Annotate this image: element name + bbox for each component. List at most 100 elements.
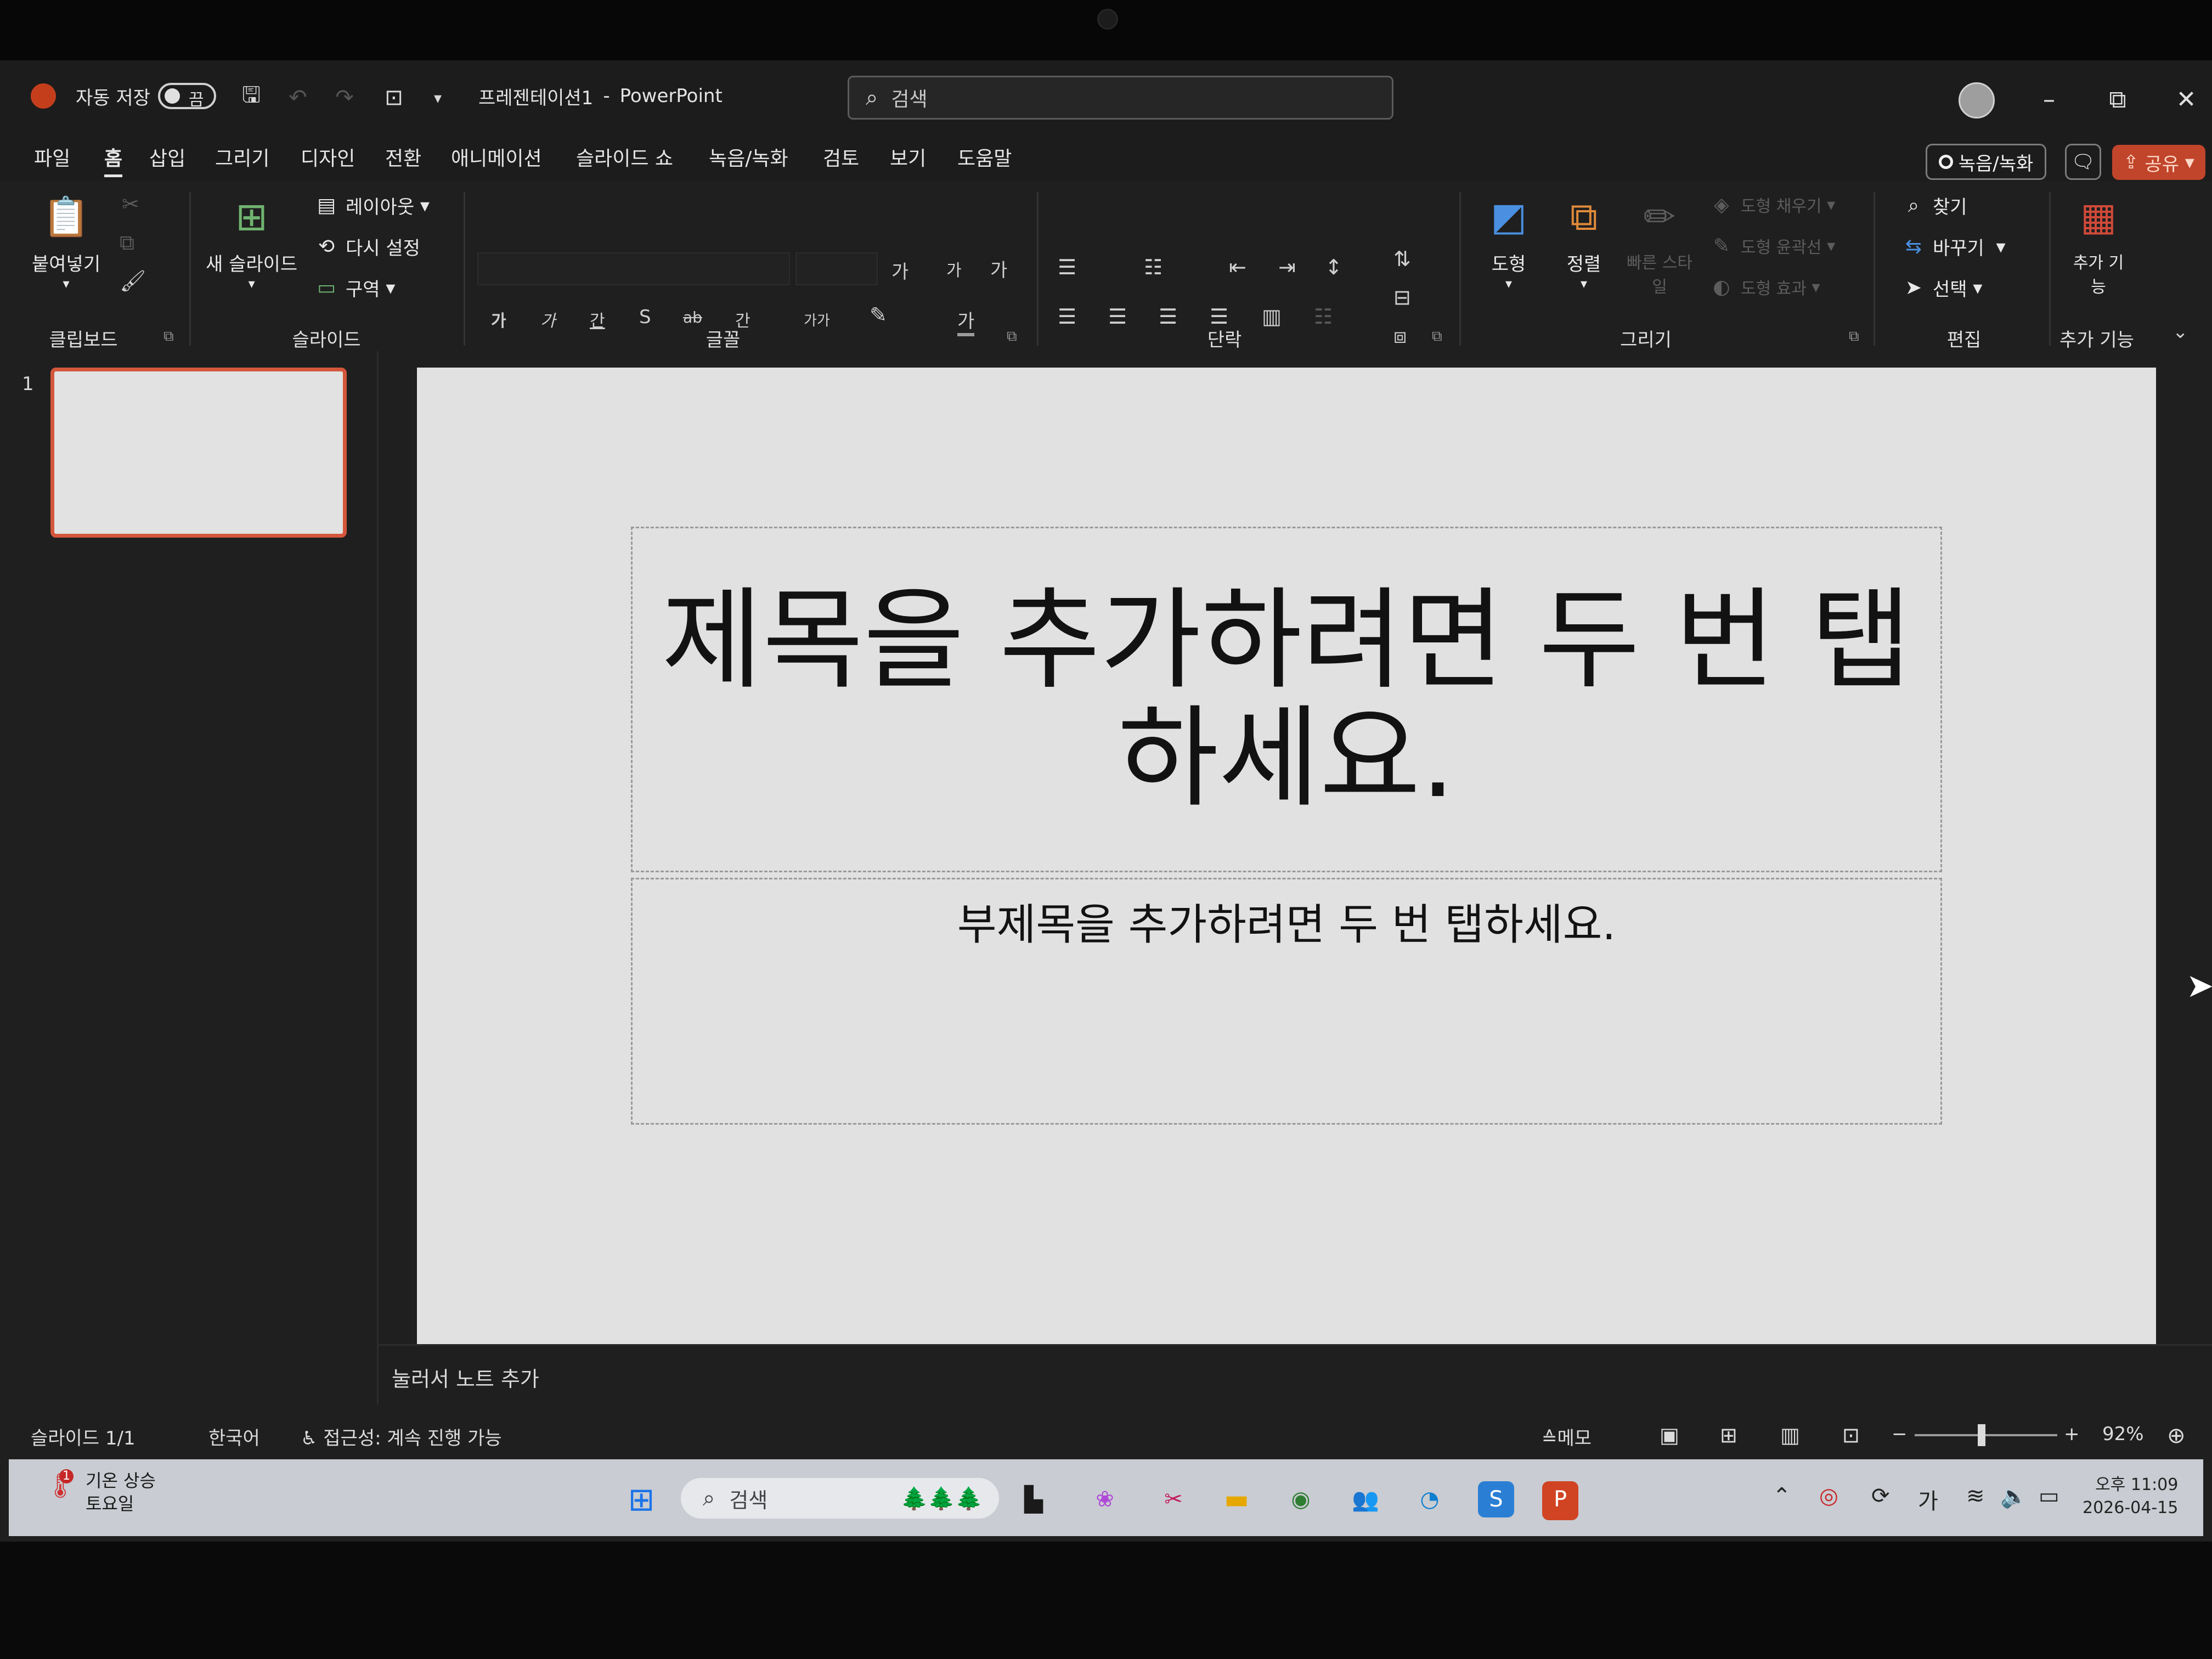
decrease-indent-icon[interactable]: ⇤ [1229,255,1246,279]
increase-indent-icon[interactable]: ⇥ [1278,255,1296,279]
present-icon[interactable]: ⊡ [379,82,409,113]
language-indicator[interactable]: 한국어 [208,1423,260,1450]
copilot-icon[interactable]: ❀ [1087,1481,1123,1517]
shapes-button[interactable]: ◩ 도형 ▾ [1484,192,1533,291]
taskbar-search[interactable]: ⌕ 검색 🌲🌲🌲 [681,1478,999,1519]
windows-start-icon[interactable]: ⊞ [623,1481,659,1518]
bold-button[interactable]: 가 [491,307,506,331]
slide-canvas[interactable]: 제목을 추가하려면 두 번 탭하세요. 부제목을 추가하려면 두 번 탭하세요. [417,368,2156,1355]
grow-font-button[interactable]: 가 [891,257,909,284]
fit-to-window-icon[interactable]: ⊕ [2167,1423,2186,1448]
align-text-icon[interactable]: ⊟ [1393,285,1411,309]
underline-button[interactable]: 간 [590,307,605,331]
new-slide-button[interactable]: ⊞ 새 슬라이드 ▾ [206,192,297,291]
tab-view[interactable]: 보기 [890,143,926,171]
tab-animations[interactable]: 애니메이션 [451,143,542,171]
replace-button[interactable]: ⇆ 바꾸기 ▾ [1901,233,2006,260]
clear-format-button[interactable]: 가 [990,255,1007,282]
title-placeholder[interactable]: 제목을 추가하려면 두 번 탭하세요. [631,527,1942,872]
file-explorer-icon[interactable]: ▬ [1218,1481,1255,1517]
zoom-out-icon[interactable]: − [1892,1423,1908,1445]
tab-home[interactable]: 홈 [104,143,123,177]
ime-indicator[interactable]: 가 [1918,1483,1938,1515]
columns-icon[interactable]: ▥ [1262,304,1282,329]
shrink-font-button[interactable]: 가 [946,257,962,281]
slide-sorter-icon[interactable]: ⊞ [1720,1423,1737,1447]
clipboard-launcher-icon[interactable]: ⧉ [163,328,174,345]
snipping-tool-icon[interactable]: ✂ [1155,1481,1192,1517]
paragraph-launcher-icon[interactable]: ⧉ [1432,328,1442,345]
slideshow-view-icon[interactable]: ⊡ [1842,1423,1860,1447]
tab-insert[interactable]: 삽입 [149,143,185,171]
font-size-box[interactable] [795,252,878,285]
distributed-icon[interactable]: ☷ [1314,304,1333,329]
accessibility-status[interactable]: ♿ 접근성: 계속 진행 가능 [301,1423,502,1450]
italic-button[interactable]: 가 [540,307,556,331]
tab-review[interactable]: 검토 [823,143,859,171]
align-left-icon[interactable]: ☰ [1058,304,1076,329]
chrome-icon[interactable]: ◉ [1283,1481,1319,1517]
addins-button[interactable]: ▦ 추가 기능 [2068,192,2129,297]
zoom-level[interactable]: 92% [2102,1423,2144,1445]
wifi-icon[interactable]: ≋ [1966,1483,1985,1509]
share-button[interactable]: ⇪ 공유 ▾ [2112,145,2205,180]
weather-widget[interactable]: 🌡 1 기온 상승 토요일 [36,1469,156,1515]
reading-view-icon[interactable]: ▥ [1780,1423,1800,1447]
close-icon[interactable]: ✕ [2167,80,2205,119]
drawing-launcher-icon[interactable]: ⧉ [1849,328,1859,345]
line-spacing-icon[interactable]: ↕ [1325,255,1342,279]
text-direction-icon[interactable]: ⇅ [1393,247,1411,271]
subtitle-placeholder[interactable]: 부제목을 추가하려면 두 번 탭하세요. [631,878,1942,1125]
zoom-in-icon[interactable]: + [2064,1423,2080,1445]
task-view-icon[interactable]: ▙ [1015,1481,1052,1517]
highlight-icon[interactable]: ✎ [870,303,887,327]
battery-icon[interactable]: ▭ [2039,1483,2059,1509]
font-color-button[interactable]: 가 [957,306,975,336]
powerpoint-taskbar-icon[interactable]: P [1542,1481,1578,1520]
show-hidden-icons-icon[interactable]: ⌃ [1773,1483,1791,1509]
skype-icon[interactable]: S [1478,1481,1514,1517]
shape-fill-button[interactable]: ◈ 도형 채우기 ▾ [1709,192,1835,217]
section-button[interactable]: ▭ 구역 ▾ [314,274,395,301]
paste-button[interactable]: 📋 붙여넣기 ▾ [32,192,100,292]
normal-view-icon[interactable]: ▣ [1660,1423,1679,1447]
shape-effects-button[interactable]: ◐ 도형 효과 ▾ [1709,274,1820,300]
align-center-icon[interactable]: ☰ [1108,304,1127,329]
record-button[interactable]: 녹음/녹화 [1926,144,2046,180]
notes-pane[interactable]: 눌러서 노트 추가 [379,1344,2212,1410]
account-avatar[interactable] [1959,82,1995,119]
copy-icon[interactable]: ⧉ [120,230,134,255]
network-status-icon[interactable]: ◎ [1819,1483,1838,1509]
strikethrough-button[interactable]: ab [683,308,702,326]
notes-toggle[interactable]: ≙메모 [1542,1423,1592,1450]
shadow-button[interactable]: S [639,306,651,328]
numbering-icon[interactable]: ☷ [1144,255,1163,279]
arrange-button[interactable]: ⧉ 정렬 ▾ [1559,192,1609,292]
sync-icon[interactable]: ⟳ [1871,1483,1890,1509]
system-clock[interactable]: 오후 11:09 2026-04-15 [2083,1474,2178,1520]
minimize-icon[interactable]: – [2030,80,2068,119]
font-launcher-icon[interactable]: ⧉ [1007,328,1017,345]
customize-quick-access-icon[interactable]: ▾ [422,82,453,113]
restore-icon[interactable]: ⧉ [2098,80,2137,119]
select-button[interactable]: ➤ 선택 ▾ [1901,274,1983,301]
save-icon[interactable]: 🖫 [236,82,267,113]
layout-button[interactable]: ▤ 레이아웃 ▾ [314,192,430,219]
smartart-icon[interactable]: ⧈ [1393,324,1407,348]
search-box[interactable]: ⌕ 검색 [848,76,1393,120]
tab-draw[interactable]: 그리기 [215,143,269,171]
tab-design[interactable]: 디자인 [301,143,355,171]
slide-thumbnail[interactable] [50,368,347,538]
tab-help[interactable]: 도움말 [957,143,1012,171]
tab-recording[interactable]: 녹음/녹화 [709,143,788,171]
autosave-control[interactable]: 자동 저장 끔 [76,80,224,112]
cut-icon[interactable]: ✂ [122,192,139,216]
redo-icon[interactable]: ↷ [329,82,360,113]
reset-button[interactable]: ⟲ 다시 설정 [314,233,420,260]
comments-icon[interactable]: 🗨 [2065,144,2101,180]
edge-icon[interactable]: ◔ [1412,1481,1448,1517]
shape-outline-button[interactable]: ✎ 도형 윤곽선 ▾ [1709,233,1835,258]
font-name-box[interactable] [477,252,790,285]
teams-icon[interactable]: 👥 [1347,1481,1384,1517]
zoom-slider[interactable] [1915,1434,2057,1436]
